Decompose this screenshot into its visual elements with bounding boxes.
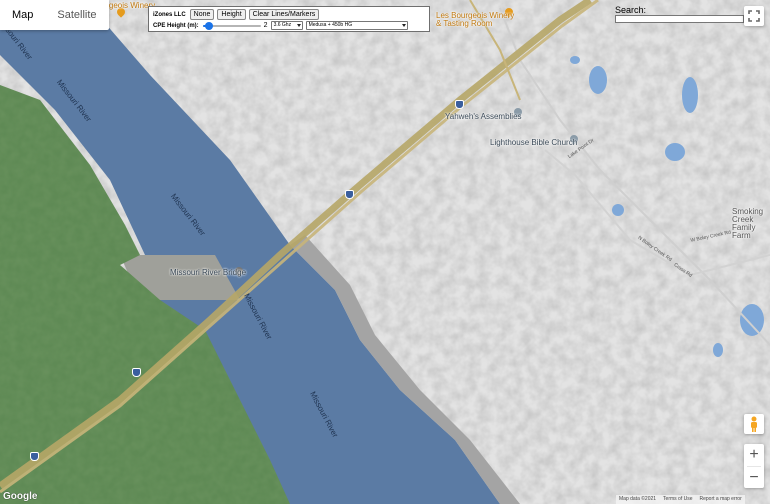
terms-link[interactable]: Terms of Use [663,495,692,504]
interstate-shield-icon [30,452,39,461]
chevron-down-icon [296,24,301,27]
antenna-value: Medusa + 450b HG [308,22,353,28]
cpe-height-value: 2 [263,22,268,29]
poi-label-church[interactable]: Lighthouse Bible Church [490,138,577,147]
pegman-icon [751,416,757,432]
frequency-value: 3.6 Ghz [273,22,292,28]
poi-label-winery[interactable]: Les Bourgeois Winery & Tasting Room [436,12,516,28]
poi-label-church[interactable]: Yahweh's Assemblies [445,112,522,121]
map-type-control: Map Satellite [0,0,109,30]
height-button[interactable]: Height [217,9,246,20]
zoom-in-button[interactable]: + [744,444,764,466]
cpe-height-slider[interactable] [202,21,261,30]
interstate-shield-icon [132,368,141,377]
attribution-bar: Map data ©2021 Terms of Use Report a map… [616,495,745,504]
none-button[interactable]: None [189,9,215,20]
poi-label-farm[interactable]: Smoking Creek Family Farm [732,208,770,240]
interstate-shield-icon [455,100,464,109]
search-box: Search: [615,6,745,23]
zoom-out-button[interactable]: − [744,467,764,489]
control-panel: iZones LLC None Height Clear Lines/Marke… [148,6,430,32]
report-error-link[interactable]: Report a map error [700,495,742,504]
fullscreen-button[interactable] [744,6,764,26]
frequency-select[interactable]: 3.6 Ghz [270,21,303,30]
street-view-pegman[interactable] [744,414,764,434]
map-canvas[interactable]: Bourgeois Winery Les Bourgeois Winery & … [0,0,770,504]
map-type-map-button[interactable]: Map [0,0,45,30]
cpe-height-label: CPE Height (m): [153,22,199,29]
search-input[interactable] [615,15,744,23]
antenna-select[interactable]: Medusa + 450b HG [305,21,408,30]
clear-lines-markers-button[interactable]: Clear Lines/Markers [248,9,320,20]
fullscreen-icon [748,10,760,22]
interstate-shield-icon [345,190,354,199]
slider-thumb[interactable] [205,21,214,30]
zoom-control: + − [744,444,764,488]
map-type-satellite-button[interactable]: Satellite [45,0,108,30]
map-data-text: Map data ©2021 [619,496,657,502]
google-logo[interactable]: Google [3,491,37,502]
search-label: Search: [615,5,647,15]
company-name: iZones LLC [153,11,186,18]
chevron-down-icon [401,24,406,27]
poi-label-bridge[interactable]: Missouri River Bridge [170,268,246,277]
